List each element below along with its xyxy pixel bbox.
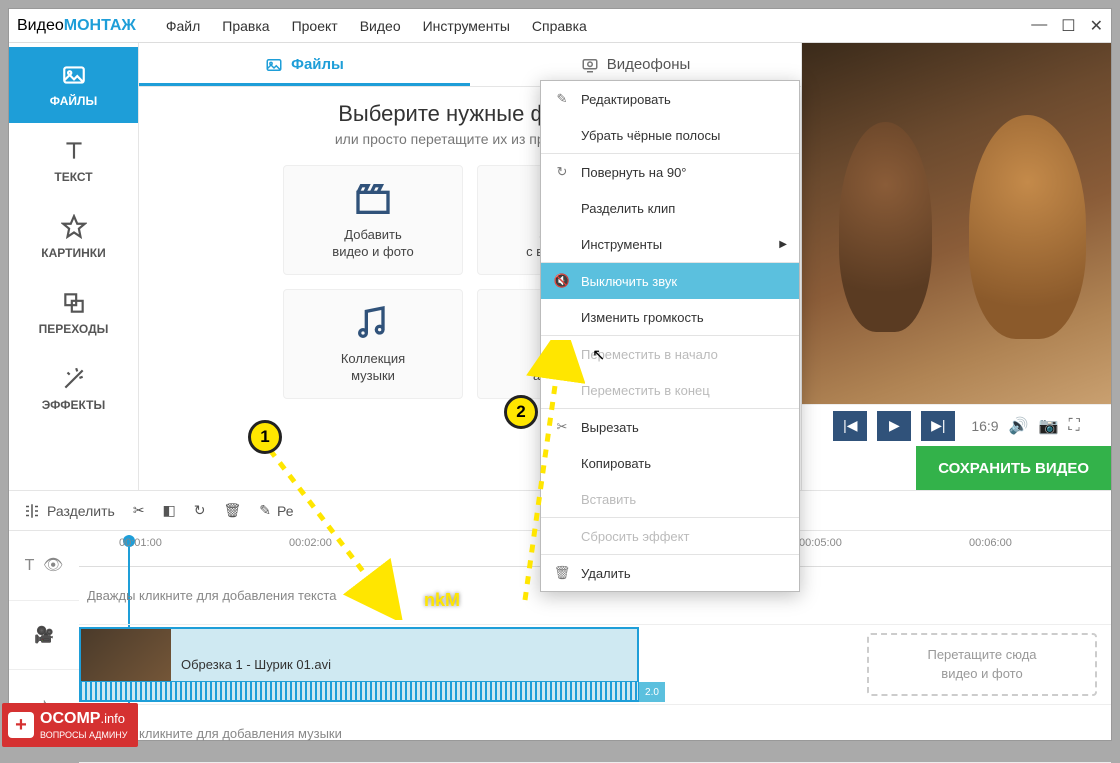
fullscreen-icon[interactable]: ⛶ [1068, 417, 1079, 435]
context-item[interactable]: ✂Вырезать [541, 409, 799, 445]
context-item[interactable]: Убрать чёрные полосы [541, 117, 799, 153]
menu-item[interactable]: Видео [360, 18, 401, 34]
menu-item[interactable]: Инструменты [423, 18, 510, 34]
crop-icon[interactable]: ◧ [163, 502, 176, 519]
context-item: Сбросить эффект [541, 518, 799, 554]
context-item: Вставить [541, 481, 799, 517]
video-track[interactable]: Обрезка 1 - Шурик 01.avi 2.0 Перетащите … [79, 625, 1111, 705]
split-tool[interactable]: Разделить [23, 502, 115, 520]
window-controls: — ☐ ✕ [1031, 16, 1103, 36]
maximize-button[interactable]: ☐ [1061, 16, 1075, 36]
annotation-1: 1 [248, 420, 282, 454]
clip-speed-badge: 2.0 [639, 682, 665, 702]
context-item[interactable]: ✎Редактировать [541, 81, 799, 117]
plus-icon: + [8, 712, 34, 738]
annotation-2: 2 [504, 395, 538, 429]
context-item[interactable]: 🗑Удалить [541, 555, 799, 591]
preview-screen [802, 43, 1111, 404]
context-item[interactable]: Разделить клип [541, 190, 799, 226]
close-button[interactable]: ✕ [1090, 16, 1103, 36]
sidebar-item[interactable]: ПЕРЕХОДЫ [9, 275, 138, 351]
clip-audio-waveform [79, 681, 639, 701]
edit-tool[interactable]: ✎ Ре [259, 502, 293, 519]
titlebar: ВидеоМОНТАЖ Файл Правка Проект Видео Инструм… [9, 9, 1111, 43]
context-item: ⇄Переместить в начало [541, 336, 799, 372]
volume-icon[interactable]: 🔊 [1009, 416, 1029, 436]
save-video-button[interactable]: СОХРАНИТЬ ВИДЕО [916, 446, 1111, 490]
prev-button[interactable]: |◀ [833, 411, 867, 441]
track-text-icon[interactable]: T 👁 [9, 531, 79, 601]
video-dropzone[interactable]: Перетащите сюда видео и фото [867, 633, 1097, 696]
app-title: ВидеоМОНТАЖ [17, 17, 136, 35]
sidebar-item[interactable]: ТЕКСТ [9, 123, 138, 199]
action-tile[interactable]: Коллекция музыки [283, 289, 463, 399]
minimize-button[interactable]: — [1031, 16, 1047, 36]
context-item[interactable]: Инструменты▶ [541, 226, 799, 262]
menu-item[interactable]: Файл [166, 18, 200, 34]
sidebar-item[interactable]: ЭФФЕКТЫ [9, 351, 138, 427]
tab-files[interactable]: Файлы [139, 43, 470, 86]
menu-item[interactable]: Проект [292, 18, 338, 34]
context-item[interactable]: Изменить громкость [541, 299, 799, 335]
player-controls: |◀ ▶ ▶| 16:9 🔊 📷 ⛶ [802, 404, 1111, 446]
cut-icon[interactable]: ✂ [133, 502, 145, 519]
context-item[interactable]: 🔇Выключить звук [541, 263, 799, 299]
action-tile[interactable]: Добавить видео и фото [283, 165, 463, 275]
preview-panel: |◀ ▶ ▶| 16:9 🔊 📷 ⛶ СОХРАНИТЬ ВИДЕО [801, 43, 1111, 490]
menu-item[interactable]: Справка [532, 18, 587, 34]
track-video-icon[interactable]: 🎥 [9, 601, 79, 671]
annotation-text: nkM [424, 590, 460, 611]
context-item[interactable]: Копировать [541, 445, 799, 481]
clip-name: Обрезка 1 - Шурик 01.avi [181, 657, 331, 672]
cursor-icon: ↖ [592, 345, 605, 365]
menu-item[interactable]: Правка [222, 18, 269, 34]
context-item[interactable]: ↻Повернуть на 90° [541, 154, 799, 190]
audio-track[interactable]: Дважды кликните для добавления музыки [79, 705, 1111, 763]
snapshot-icon[interactable]: 📷 [1039, 416, 1059, 436]
delete-icon[interactable]: 🗑 [224, 502, 242, 519]
next-button[interactable]: ▶| [921, 411, 955, 441]
context-item: Переместить в конец [541, 372, 799, 408]
watermark-badge: + OCOMP.infoВОПРОСЫ АДМИНУ [2, 703, 138, 747]
menubar: Файл Правка Проект Видео Инструменты Справка [166, 18, 587, 34]
sidebar-item[interactable]: КАРТИНКИ [9, 199, 138, 275]
rotate-icon[interactable]: ↻ [194, 502, 206, 519]
aspect-ratio[interactable]: 16:9 [971, 418, 998, 434]
sidebar: ФАЙЛЫТЕКСТКАРТИНКИПЕРЕХОДЫЭФФЕКТЫ [9, 43, 139, 490]
play-button[interactable]: ▶ [877, 411, 911, 441]
sidebar-item[interactable]: ФАЙЛЫ [9, 47, 138, 123]
context-menu: ✎РедактироватьУбрать чёрные полосы↻Повер… [540, 80, 800, 592]
